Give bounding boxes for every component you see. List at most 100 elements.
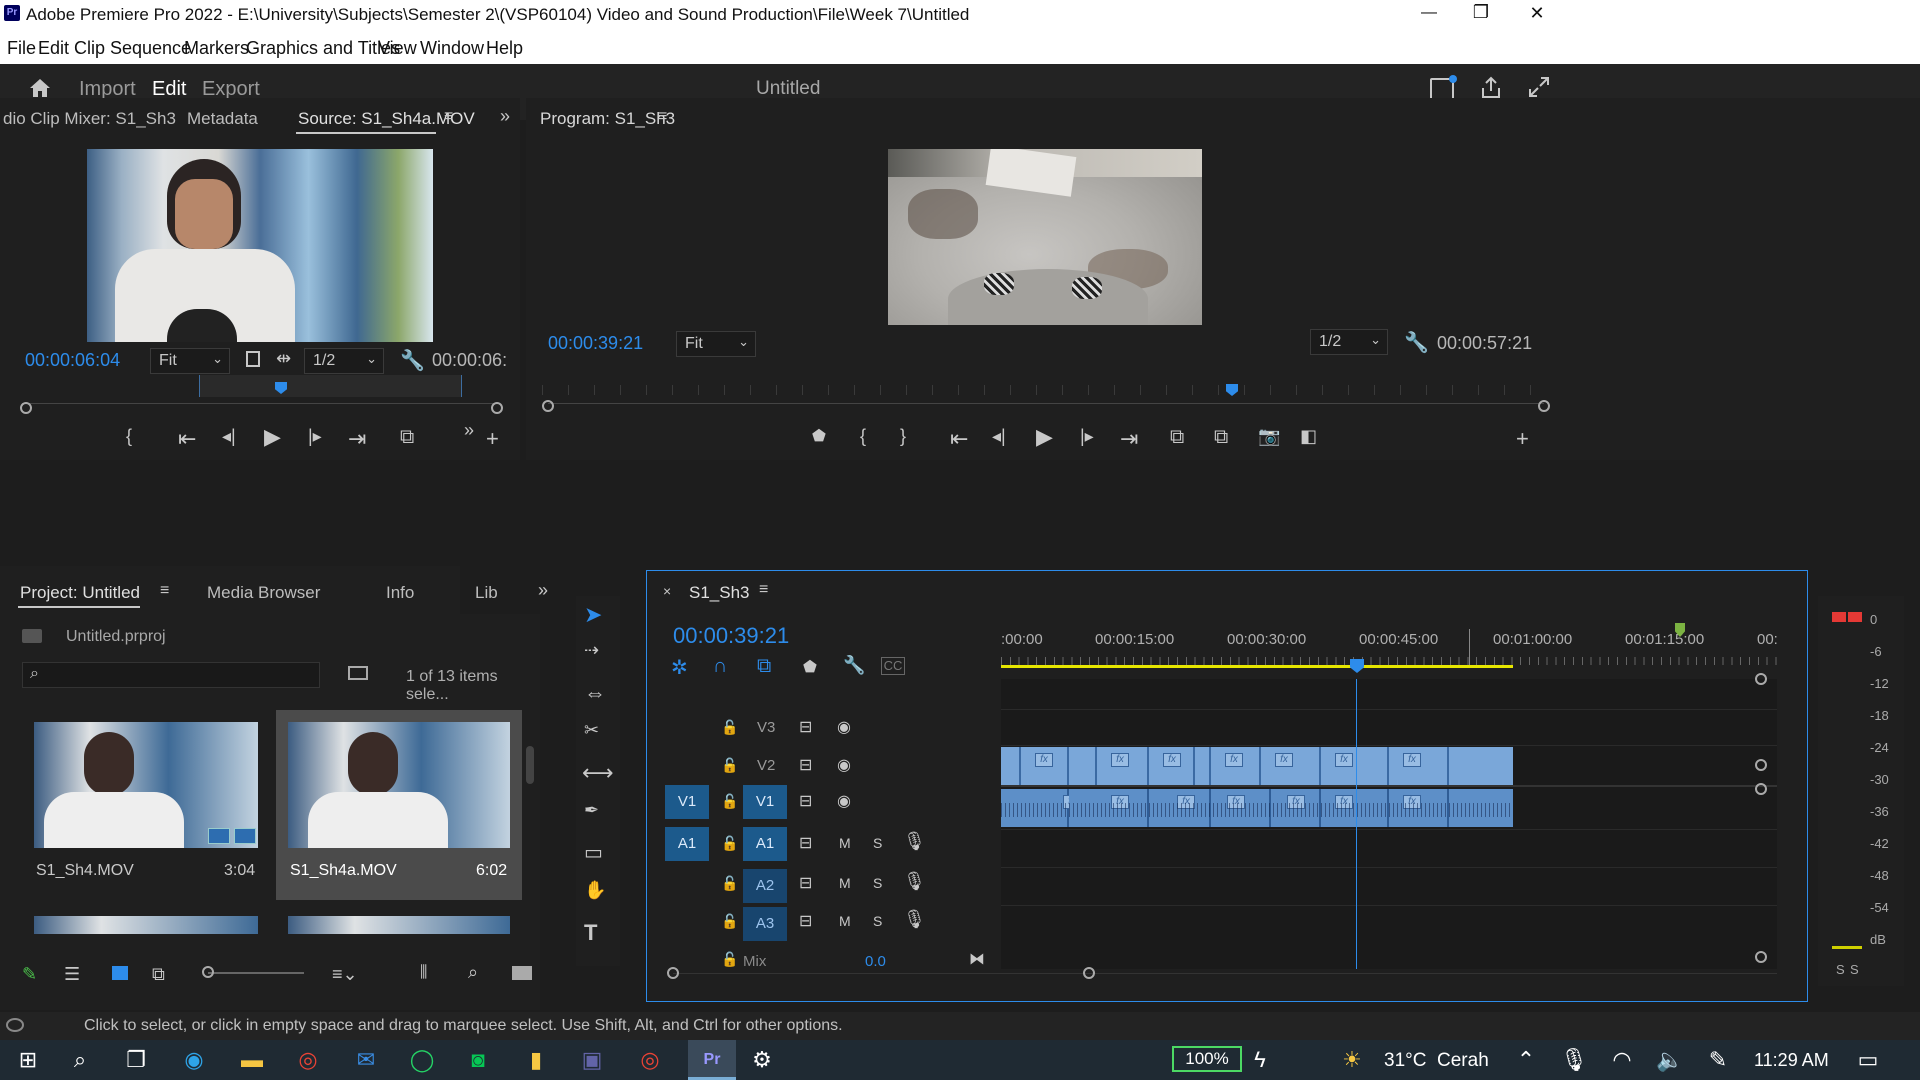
comparison-view-icon[interactable]: ◧	[1300, 426, 1317, 447]
share-icon[interactable]	[1480, 76, 1502, 100]
track-height-handle[interactable]	[1755, 673, 1767, 685]
solo-button[interactable]: S	[873, 913, 882, 929]
tab-media-browser[interactable]: Media Browser	[207, 583, 320, 603]
new-bin-icon[interactable]	[512, 966, 532, 980]
automate-to-sequence-icon[interactable]: ⫼	[420, 964, 427, 982]
find-icon[interactable]: ⌕	[468, 962, 478, 983]
close-button[interactable]: ✕	[1522, 3, 1552, 24]
razor-tool-icon[interactable]: ✂	[584, 720, 599, 741]
source-zoom-dropdown[interactable]: Fit ⌄	[150, 348, 230, 374]
menu-graphics-and-titles[interactable]: Graphics and Titles	[246, 38, 400, 59]
panel-menu-icon[interactable]: ≡	[160, 582, 169, 600]
sync-lock-icon[interactable]: ⊟	[799, 911, 812, 931]
panel-menu-icon[interactable]: ≡	[759, 581, 768, 599]
track-height-handle[interactable]	[1755, 759, 1767, 771]
wrench-icon[interactable]: 🔧	[1404, 330, 1429, 355]
task-view-icon[interactable]: ❐	[120, 1044, 152, 1076]
menu-clip[interactable]: Clip	[74, 38, 105, 59]
menu-window[interactable]: Window	[420, 38, 484, 59]
go-to-previous-keyframe-icon[interactable]: ⧓	[969, 949, 985, 969]
lock-icon[interactable]: 🔓	[721, 913, 738, 930]
timeline-clip[interactable]: fx	[1211, 747, 1261, 785]
timeline-clip[interactable]	[1001, 747, 1021, 785]
lock-icon[interactable]: 🔓	[721, 875, 738, 892]
scroll-handle-right[interactable]	[1083, 967, 1095, 979]
pen-icon[interactable]: ✎	[1702, 1044, 1734, 1076]
minimize-button[interactable]: —	[1414, 4, 1444, 22]
drag-audio-icon[interactable]: ⇹	[276, 348, 291, 369]
program-zoom-dropdown[interactable]: Fit ⌄	[676, 331, 756, 357]
sync-lock-icon[interactable]: ⊟	[799, 833, 812, 853]
solo-button[interactable]: S	[873, 875, 882, 891]
clip-item-s1-sh4a[interactable]: S1_Sh4a.MOV 6:02	[276, 710, 522, 900]
pen-tool-icon[interactable]: ✒	[584, 800, 599, 821]
sync-lock-icon[interactable]: ⊟	[799, 873, 812, 893]
menu-sequence[interactable]: Sequence	[110, 38, 191, 59]
lock-icon[interactable]: 🔓	[721, 835, 738, 852]
zoom-slider-handle[interactable]	[202, 966, 214, 978]
weather-icon[interactable]: ☀	[1336, 1044, 1368, 1076]
source-patch-a1[interactable]: A1	[665, 827, 709, 861]
eye-icon[interactable]: ◉	[837, 755, 851, 775]
mail-icon[interactable]: ✉	[350, 1044, 382, 1076]
ripple-edit-tool-icon[interactable]: ⇔	[584, 680, 606, 706]
weather-text[interactable]: 31°C Cerah	[1384, 1050, 1489, 1072]
workspaces-icon[interactable]	[1430, 75, 1457, 100]
microphone-icon[interactable]: 🎙	[903, 909, 926, 930]
sticky-notes-icon[interactable]: ▮	[520, 1044, 552, 1076]
track-target-v1[interactable]: V1	[743, 785, 787, 819]
program-timecode[interactable]: 00:00:39:21	[548, 333, 643, 354]
track-target-a1[interactable]: A1	[743, 827, 787, 861]
tab-program[interactable]: Program: S1_Sh3	[540, 109, 675, 129]
program-zoom-scrollbar[interactable]	[548, 403, 1544, 411]
windows-start-icon[interactable]: ⊞	[12, 1044, 44, 1076]
snap-icon[interactable]: ∩	[713, 655, 727, 678]
project-scrollbar[interactable]	[526, 746, 534, 784]
mute-button[interactable]: M	[839, 875, 851, 891]
project-search-input[interactable]	[22, 662, 320, 688]
panel-menu-icon[interactable]: ≡	[658, 108, 667, 126]
scroll-handle-right[interactable]	[491, 402, 503, 414]
source-in-out-range[interactable]	[199, 375, 462, 397]
extract-icon[interactable]: ⧉	[1214, 426, 1228, 449]
icon-view-icon[interactable]	[112, 966, 128, 980]
timeline-clip[interactable]	[1069, 747, 1097, 785]
chrome-icon[interactable]: ◎	[634, 1044, 666, 1076]
timeline-clip[interactable]: fx	[1097, 747, 1149, 785]
whatsapp-icon[interactable]: ◯	[406, 1044, 438, 1076]
sync-lock-icon[interactable]: ⊟	[799, 717, 812, 737]
volume-icon[interactable]: 🔈	[1654, 1044, 1686, 1076]
mark-in-icon[interactable]: {	[860, 426, 866, 447]
menu-file[interactable]: File	[7, 38, 36, 59]
clip-indicator-left[interactable]	[1832, 612, 1846, 622]
fullscreen-icon[interactable]	[1528, 76, 1550, 98]
clip-indicator-right[interactable]	[1848, 612, 1862, 622]
add-button-icon[interactable]: +	[486, 426, 499, 452]
menu-help[interactable]: Help	[486, 38, 523, 59]
microphone-icon[interactable]: 🎙	[903, 871, 926, 892]
track-height-handle[interactable]	[1755, 783, 1767, 795]
track-height-handle[interactable]	[1755, 951, 1767, 963]
linked-selection-icon[interactable]: ⧉	[757, 655, 771, 678]
battery-indicator[interactable]: 100%	[1172, 1046, 1242, 1072]
add-marker-icon[interactable]: ⬟	[812, 426, 826, 446]
menu-edit[interactable]: Edit	[38, 38, 69, 59]
slip-tool-icon[interactable]: ⟷	[582, 760, 614, 786]
home-icon[interactable]	[28, 76, 52, 100]
list-view-icon[interactable]: ☰	[64, 964, 80, 985]
go-to-out-icon[interactable]: ⇥	[348, 426, 366, 452]
program-resolution-dropdown[interactable]: 1/2 ⌄	[1310, 329, 1388, 355]
tab-libraries[interactable]: Lib	[475, 583, 498, 603]
timeline-clip[interactable]: fx	[1021, 747, 1069, 785]
step-forward-icon[interactable]: |▸	[308, 426, 322, 447]
step-back-icon[interactable]: ◂|	[992, 426, 1006, 447]
scroll-handle-right[interactable]	[1538, 400, 1550, 412]
solo-right-button[interactable]: S	[1850, 962, 1859, 977]
sort-icons-icon[interactable]: ≡⌄	[332, 964, 358, 985]
track-target-a3[interactable]: A3	[743, 907, 787, 941]
timeline-ruler[interactable]: :00:00 00:00:15:00 00:00:30:00 00:00:45:…	[1001, 623, 1781, 669]
add-marker-icon[interactable]: ⬟	[803, 657, 817, 677]
scroll-handle-left[interactable]	[20, 402, 32, 414]
zoom-slider[interactable]	[208, 972, 304, 974]
timeline-clip[interactable]	[1449, 747, 1513, 785]
